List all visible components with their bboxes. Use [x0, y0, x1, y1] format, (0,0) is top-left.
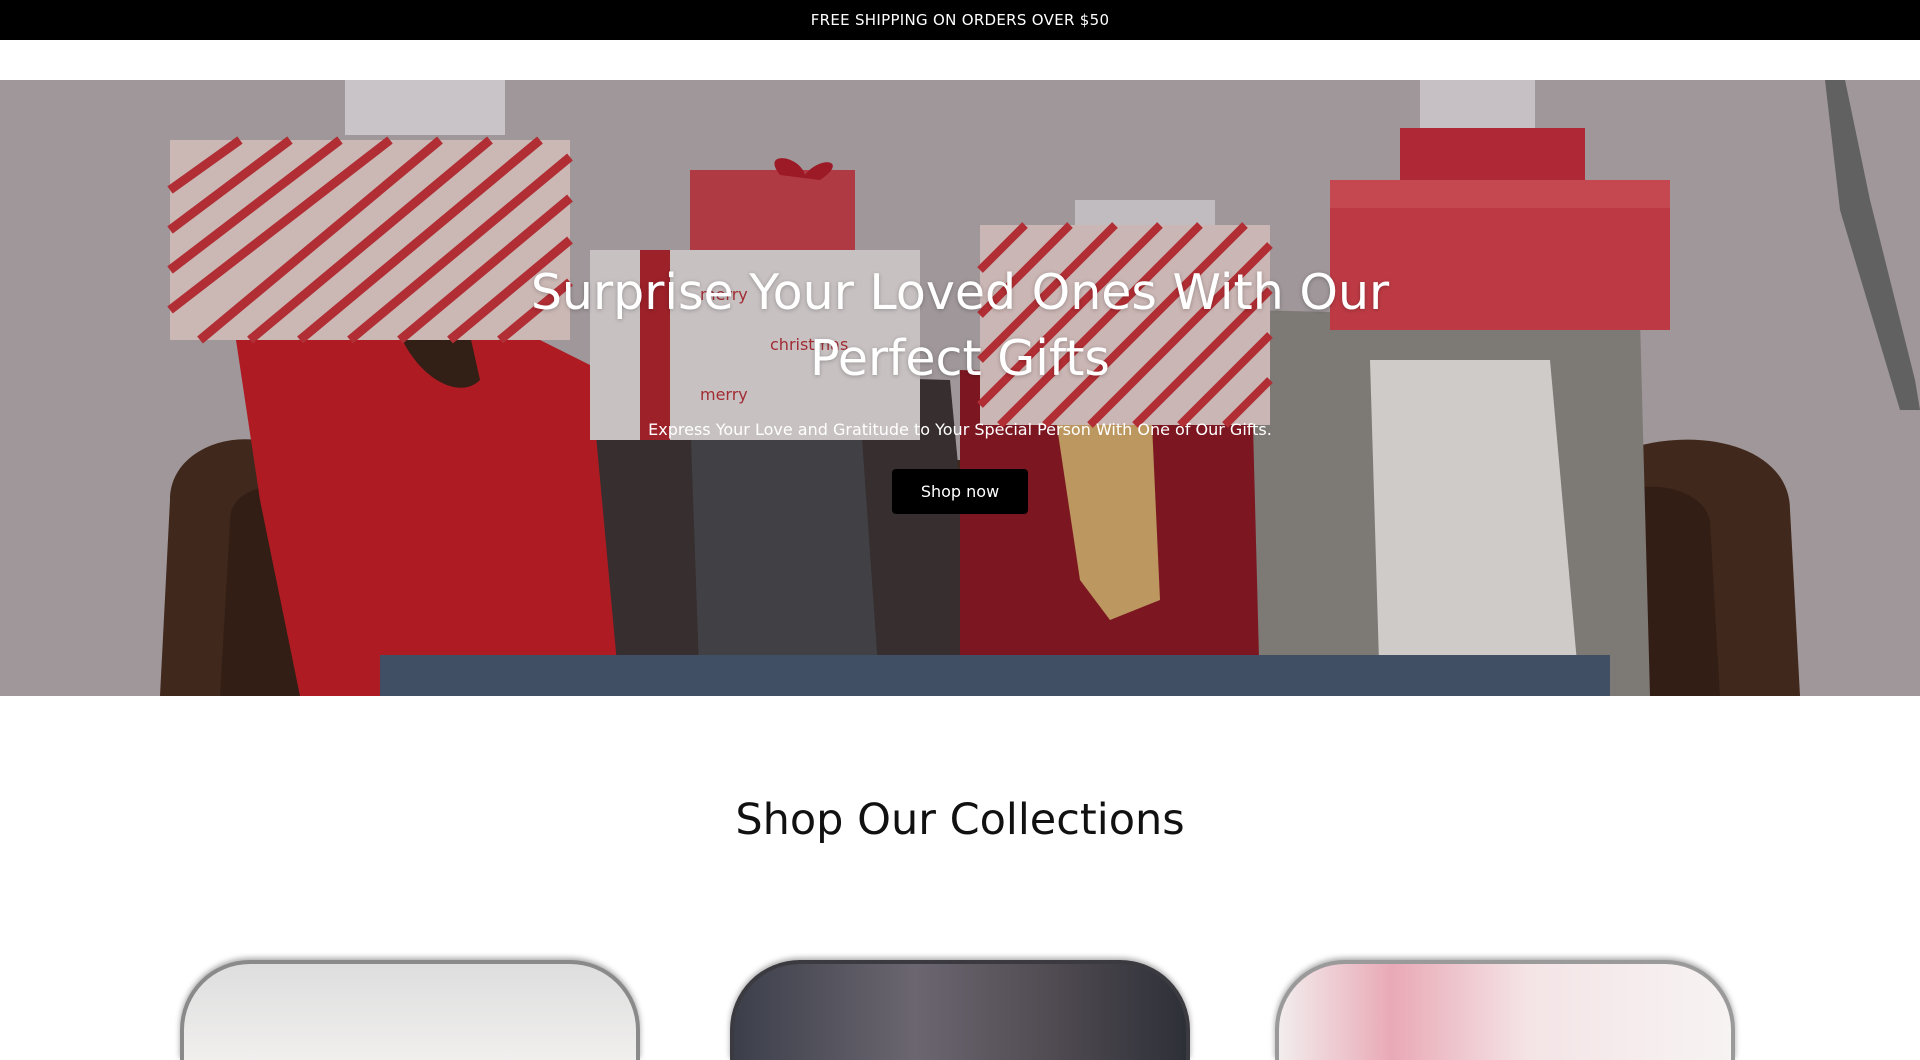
collection-card[interactable] [180, 960, 640, 1060]
hero-content: Surprise Your Loved Ones With Our Perfec… [0, 80, 1920, 696]
collections-heading: Shop Our Collections [735, 795, 1185, 845]
collection-card-image [1279, 964, 1731, 1060]
shop-now-button[interactable]: Shop now [892, 469, 1028, 514]
collection-card-image [734, 964, 1186, 1060]
hero-subtitle: Express Your Love and Gratitude to Your … [648, 420, 1272, 439]
collection-card[interactable] [1275, 960, 1735, 1060]
hero-banner: merry christmas merry Surprise Your Love… [0, 80, 1920, 696]
announcement-text: FREE SHIPPING ON ORDERS OVER $50 [810, 11, 1110, 29]
hero-title: Surprise Your Loved Ones With Our Perfec… [530, 264, 1390, 387]
collection-card-image [184, 964, 636, 1060]
announcement-bar: FREE SHIPPING ON ORDERS OVER $50 [0, 0, 1920, 40]
collection-card[interactable] [730, 960, 1190, 1060]
header [0, 40, 1920, 80]
